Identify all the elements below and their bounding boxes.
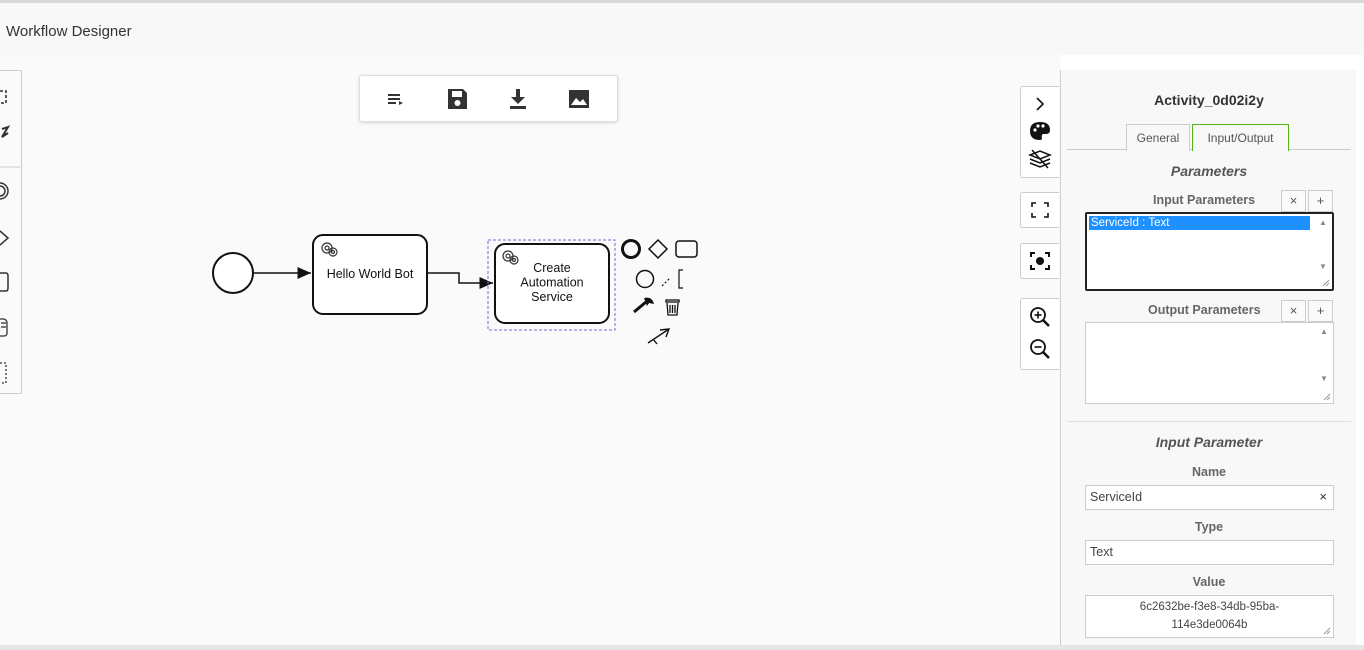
name-label: Name xyxy=(1191,465,1227,479)
fullscreen-icon[interactable] xyxy=(1027,198,1053,222)
add-input-parameter-button[interactable]: + xyxy=(1308,190,1333,212)
palette-icon[interactable] xyxy=(1027,119,1053,143)
fullscreen-group xyxy=(1020,192,1059,228)
remove-output-parameter-button[interactable]: × xyxy=(1281,300,1306,322)
value-label: Value xyxy=(1192,575,1226,589)
task-label: Hello World Bot xyxy=(327,267,414,281)
element-id-title: Activity_0d02i2y xyxy=(1154,92,1264,108)
scroll-up-icon[interactable]: ▲ xyxy=(1320,327,1328,336)
value-field[interactable]: 6c2632be-f3e8-34db-95ba- 114e3de0064b xyxy=(1085,595,1334,638)
append-text-annotation-icon[interactable] xyxy=(661,269,683,289)
list-scrollbar[interactable]: ▲ ▼ xyxy=(1314,214,1332,289)
tab-input-output[interactable]: Input/Output xyxy=(1192,124,1289,151)
section-divider xyxy=(1067,421,1351,422)
task-hello-world-bot[interactable]: Hello World Bot xyxy=(312,234,428,315)
scroll-down-icon[interactable]: ▼ xyxy=(1320,374,1328,383)
connect-icon[interactable] xyxy=(647,328,671,345)
append-intermediate-event-icon[interactable] xyxy=(635,269,655,289)
wrench-icon[interactable] xyxy=(633,297,654,314)
output-parameters-label: Output Parameters xyxy=(1148,303,1261,317)
sequence-flow-2[interactable] xyxy=(427,272,493,289)
task-label-line: Hello World Bot xyxy=(327,267,414,281)
task-label-line: Service xyxy=(531,290,573,304)
append-gateway-icon[interactable] xyxy=(647,238,669,260)
resize-grip-icon[interactable] xyxy=(1323,627,1331,635)
type-field[interactable]: Text xyxy=(1085,540,1334,565)
append-end-event-icon[interactable] xyxy=(621,239,641,259)
task-label-line: Create xyxy=(533,261,571,275)
zoom-out-icon[interactable] xyxy=(1027,337,1053,361)
value-line-2: 114e3de0064b xyxy=(1171,619,1248,631)
layers-icon[interactable] xyxy=(1027,147,1053,171)
focus-target-icon[interactable] xyxy=(1027,249,1053,273)
input-parameters-label: Input Parameters xyxy=(1153,193,1256,207)
input-parameter-option[interactable]: ServiceId : Text xyxy=(1089,216,1310,230)
zoom-group xyxy=(1020,298,1059,370)
list-scrollbar[interactable]: ▲ ▼ xyxy=(1315,323,1333,403)
output-parameters-list[interactable]: ▲ ▼ xyxy=(1085,322,1334,404)
type-label: Type xyxy=(1194,520,1224,534)
bottom-border xyxy=(0,645,1364,650)
clear-name-icon[interactable]: × xyxy=(1319,489,1327,504)
context-pad xyxy=(621,238,698,345)
start-event[interactable] xyxy=(212,252,254,294)
name-value: ServiceId xyxy=(1090,490,1143,504)
zoom-in-icon[interactable] xyxy=(1027,305,1053,329)
resize-grip-icon[interactable] xyxy=(1323,393,1331,401)
name-field[interactable]: ServiceId × xyxy=(1085,485,1334,510)
panel-tabs: General Input/Output xyxy=(1067,122,1351,151)
append-task-icon[interactable] xyxy=(675,240,698,258)
remove-input-parameter-button[interactable]: × xyxy=(1281,190,1306,212)
input-parameter-heading: Input Parameter xyxy=(1155,434,1263,450)
resize-grip-icon[interactable] xyxy=(1322,279,1330,287)
properties-panel: Activity_0d02i2y General Input/Output Pa… xyxy=(1060,70,1356,645)
task-label-line: Automation xyxy=(520,276,583,290)
panel-tools-group xyxy=(1020,86,1059,178)
scroll-down-icon[interactable]: ▼ xyxy=(1319,262,1327,271)
task-create-automation-service[interactable]: Create Automation Service xyxy=(494,243,610,324)
tab-general[interactable]: General xyxy=(1126,124,1190,151)
input-parameters-list[interactable]: ServiceId : Text ▲ ▼ xyxy=(1085,212,1334,291)
bpmn-diagram: Hello World Bot Create Automation Service xyxy=(212,234,698,345)
value-line-1: 6c2632be-f3e8-34db-95ba- xyxy=(1139,601,1280,613)
parameters-heading: Parameters xyxy=(1170,163,1248,179)
trash-icon[interactable] xyxy=(665,299,680,316)
type-value: Text xyxy=(1090,545,1113,559)
add-output-parameter-button[interactable]: + xyxy=(1308,300,1333,322)
scroll-up-icon[interactable]: ▲ xyxy=(1319,218,1327,227)
focus-group xyxy=(1020,243,1059,279)
chevron-right-icon[interactable] xyxy=(1027,92,1053,116)
